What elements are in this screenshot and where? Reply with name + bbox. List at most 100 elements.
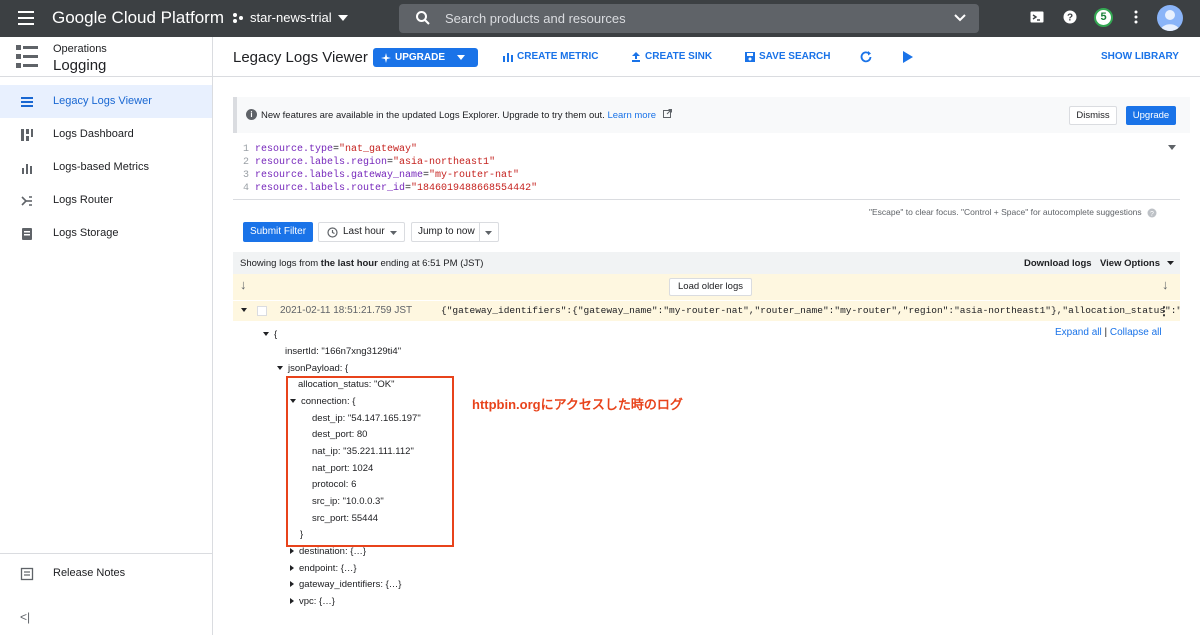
- save-search-button[interactable]: SAVE SEARCH: [745, 51, 831, 62]
- chevron-down-icon: [1166, 261, 1174, 266]
- line-number: 3: [242, 170, 249, 181]
- create-sink-label: CREATE SINK: [645, 51, 713, 62]
- tree-node-json-payload[interactable]: jsonPayload: {: [277, 363, 348, 374]
- expand-collapse-controls: Expand all | Collapse all: [1055, 327, 1162, 338]
- chevron-down-icon[interactable]: [953, 10, 967, 26]
- sidebar-item-release-notes[interactable]: Release Notes: [0, 557, 212, 590]
- log-entry-row[interactable]: 2021-02-11 18:51:21.759 JST {"gateway_id…: [233, 301, 1180, 321]
- download-logs-link[interactable]: Download logs: [1024, 258, 1092, 269]
- status-bold: the last hour: [320, 258, 378, 269]
- expand-all-link[interactable]: Expand all: [1055, 327, 1102, 338]
- sidebar-item-logs-dashboard[interactable]: Logs Dashboard: [0, 118, 212, 151]
- load-older-logs-button[interactable]: Load older logs: [669, 278, 752, 296]
- caret-right-icon[interactable]: [290, 565, 294, 572]
- node-label: jsonPayload: {: [288, 363, 349, 374]
- sidebar-item-label: Logs Storage: [53, 227, 119, 239]
- tree-node-vpc[interactable]: vpc: {…}: [290, 596, 335, 607]
- query-key: resource.labels.router_id: [255, 183, 406, 194]
- log-timestamp: 2021-02-11 18:51:21.759 JST: [280, 305, 413, 316]
- tree-node-root[interactable]: {: [263, 329, 277, 340]
- open-in-new-icon[interactable]: [662, 109, 672, 118]
- create-metric-button[interactable]: CREATE METRIC: [503, 51, 598, 62]
- divider: [479, 223, 480, 241]
- caret-right-icon[interactable]: [290, 581, 294, 588]
- query-line: 3 resource.labels.gateway_name="my-router…: [233, 170, 519, 183]
- section-subtitle: Operations: [53, 43, 107, 55]
- tree-node-destination[interactable]: destination: {…}: [290, 546, 366, 557]
- query-editor[interactable]: 1 resource.type="nat_gateway" 2 resource.l…: [233, 143, 1180, 200]
- play-icon[interactable]: [902, 51, 913, 63]
- query-value: "1846019488668554442": [411, 183, 538, 194]
- arrow-down-icon[interactable]: ↓: [240, 277, 247, 292]
- line-number: 1: [242, 144, 249, 155]
- bar-chart-icon: [503, 52, 513, 62]
- learn-more-link[interactable]: Learn more: [607, 110, 656, 121]
- tree-field: insertId: "166n7xng3129ti4": [285, 346, 402, 357]
- cloud-shell-icon[interactable]: [1030, 10, 1044, 24]
- show-library-button[interactable]: SHOW LIBRARY: [1101, 51, 1179, 62]
- sidebar-item-logs-router[interactable]: Logs Router: [0, 184, 212, 217]
- page-title: Legacy Logs Viewer: [233, 49, 368, 66]
- help-icon[interactable]: ?: [1147, 208, 1157, 218]
- highlight-box: [286, 376, 454, 547]
- separator: |: [1104, 327, 1108, 338]
- arrow-down-icon[interactable]: ↓: [1162, 277, 1169, 292]
- caret-down-icon[interactable]: [277, 366, 283, 371]
- view-options-menu[interactable]: View Options: [1100, 258, 1174, 269]
- banner-text: New features are available in the update…: [261, 109, 672, 121]
- caret-right-icon[interactable]: [290, 548, 294, 555]
- severity-icon: [257, 306, 267, 316]
- submit-filter-button[interactable]: Submit Filter: [243, 222, 313, 242]
- refresh-icon[interactable]: [859, 50, 873, 64]
- create-metric-label: CREATE METRIC: [517, 51, 599, 62]
- sidebar-item-logs-based-metrics[interactable]: Logs-based Metrics: [0, 151, 212, 184]
- storage-icon: [22, 228, 32, 240]
- collapse-all-link[interactable]: Collapse all: [1110, 327, 1162, 338]
- editor-hint: "Escape" to clear focus. "Control + Spac…: [869, 207, 1157, 218]
- hint-text: "Escape" to clear focus. "Control + Spac…: [869, 207, 1142, 217]
- dismiss-button[interactable]: Dismiss: [1069, 106, 1117, 125]
- node-label: destination: {…}: [299, 546, 367, 557]
- time-range-select[interactable]: Last hour: [318, 222, 405, 242]
- save-icon: [745, 51, 755, 62]
- banner-upgrade-button[interactable]: Upgrade: [1126, 106, 1176, 125]
- more-vert-icon[interactable]: [1133, 10, 1139, 24]
- notification-badge[interactable]: 5: [1094, 8, 1113, 27]
- tree-node-endpoint[interactable]: endpoint: {…}: [290, 563, 357, 574]
- tree-node-gateway-identifiers[interactable]: gateway_identifiers: {…}: [290, 579, 401, 590]
- upgrade-button[interactable]: UPGRADE: [373, 48, 478, 67]
- upload-icon: [632, 51, 640, 62]
- sidebar-item-legacy-logs-viewer[interactable]: Legacy Logs Viewer: [0, 85, 212, 118]
- dashboard-icon: [21, 129, 33, 141]
- collapse-sidebar-icon[interactable]: <|: [20, 610, 30, 624]
- upgrade-banner: i New features are available in the upda…: [233, 97, 1190, 133]
- section-title: Logging: [53, 57, 107, 74]
- sidebar-item-logs-storage[interactable]: Logs Storage: [0, 217, 212, 250]
- search-bar[interactable]: Search products and resources: [399, 4, 979, 33]
- top-bar: Google Cloud Platform star-news-trial Se…: [0, 0, 1200, 37]
- query-line: 2 resource.labels.region="asia-northeast1…: [233, 157, 495, 170]
- search-input[interactable]: Search products and resources: [445, 11, 626, 26]
- expand-toggle-icon[interactable]: [241, 308, 247, 312]
- help-icon[interactable]: ?: [1063, 10, 1077, 24]
- account-avatar[interactable]: [1157, 5, 1183, 31]
- sidebar-item-label: Legacy Logs Viewer: [53, 95, 152, 107]
- editor-dropdown-icon[interactable]: [1168, 145, 1176, 150]
- sidebar-item-label: Logs Dashboard: [53, 128, 134, 140]
- caret-right-icon[interactable]: [290, 598, 294, 605]
- jump-to-now-button[interactable]: Jump to now: [411, 222, 499, 242]
- more-vert-icon[interactable]: ⋮: [1158, 304, 1170, 318]
- hamburger-menu-icon[interactable]: [18, 11, 34, 25]
- status-bar: Showing logs from the last hour ending a…: [233, 252, 1180, 274]
- brand-title[interactable]: Google Cloud Platform: [52, 8, 224, 28]
- release-notes-icon: [20, 567, 34, 581]
- create-sink-button[interactable]: CREATE SINK: [631, 51, 712, 62]
- view-options-label: View Options: [1100, 258, 1161, 269]
- svg-text:?: ?: [1067, 13, 1073, 24]
- project-selector[interactable]: star-news-trial: [232, 10, 348, 25]
- node-label: gateway_identifiers: {…}: [299, 579, 402, 590]
- chevron-down-icon[interactable]: [485, 231, 492, 235]
- node-label: vpc: {…}: [299, 596, 335, 607]
- caret-down-icon[interactable]: [263, 332, 269, 337]
- upgrade-label: UPGRADE: [395, 52, 446, 63]
